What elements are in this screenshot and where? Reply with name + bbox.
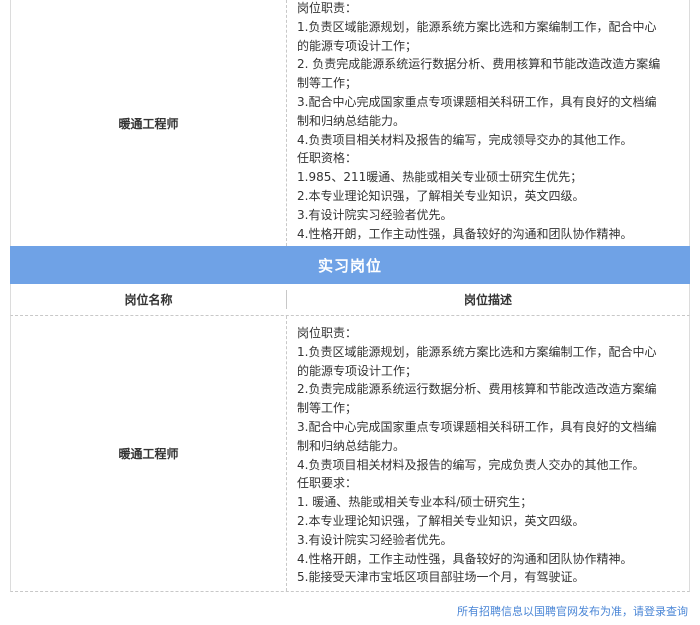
- table-header: 岗位名称 岗位描述: [10, 284, 690, 316]
- desc-line: 3.有设计院实习经验者优先。: [297, 207, 453, 222]
- table-row: 暖通工程师 岗位职责： 1.负责区域能源规划，能源系统方案比选和方案编制工作，配…: [10, 316, 690, 592]
- desc-line: 2. 负责完成能源系统运行数据分析、费用核算和节能改造改造方案编: [297, 57, 661, 72]
- desc-line: 2.本专业理论知识强，了解相关专业知识，英文四级。: [297, 188, 585, 203]
- desc-line: 2.本专业理论知识强，了解相关专业知识，英文四级。: [297, 513, 585, 528]
- desc-line: 岗位职责：: [297, 326, 358, 340]
- desc-line: 1. 暖通、热能或相关专业本科/硕士研究生；: [297, 495, 533, 510]
- desc-line: 的能源专项设计工作；: [297, 38, 418, 53]
- desc-line: 制和归纳总结能力。: [297, 438, 406, 453]
- position-description: 岗位职责： 1.负责区域能源规划，能源系统方案比选和方案编制工作，配合中心 的能…: [287, 316, 689, 591]
- table-row: 暖通工程师 岗位职责： 1.负责区域能源规划，能源系统方案比选和方案编制工作，配…: [10, 0, 690, 246]
- position-name: 暖通工程师: [11, 0, 287, 246]
- desc-line: 4.负责项目相关材料及报告的编写，完成负责人交办的其他工作。: [297, 457, 645, 472]
- header-position-description: 岗位描述: [463, 293, 512, 307]
- desc-line: 任职要求：: [297, 476, 358, 491]
- section-title-intern: 实习岗位: [10, 246, 690, 284]
- desc-line: 制等工作；: [297, 401, 358, 416]
- desc-line: 2.负责完成能源系统运行数据分析、费用核算和节能改造改造方案编: [297, 382, 657, 397]
- desc-line: 任职资格：: [297, 151, 358, 166]
- desc-line: 1.负责区域能源规划，能源系统方案比选和方案编制工作，配合中心: [297, 344, 657, 359]
- desc-line: 的能源专项设计工作；: [297, 363, 418, 378]
- desc-line: 5.能接受天津市宝坻区项目部驻场一个月，有驾驶证。: [297, 570, 585, 585]
- desc-line: 1.985、211暖通、热能或相关专业硕士研究生优先；: [297, 170, 583, 185]
- desc-line: 4.性格开朗，工作主动性强，具备较好的沟通和团队协作精神。: [297, 226, 633, 241]
- desc-line: 制和归纳总结能力。: [297, 113, 406, 128]
- desc-line: 制等工作；: [297, 76, 358, 91]
- header-position-name: 岗位名称: [11, 290, 287, 309]
- desc-line: 3.配合中心完成国家重点专项课题相关科研工作，具有良好的文档编: [297, 94, 657, 109]
- footer-note: 所有招聘信息以国聘官网发布为准，请登录查询: [457, 605, 688, 618]
- job-table: 暖通工程师 岗位职责： 1.负责区域能源规划，能源系统方案比选和方案编制工作，配…: [10, 0, 690, 592]
- desc-line: 4.负责项目相关材料及报告的编写，完成领导交办的其他工作。: [297, 132, 633, 147]
- position-name: 暖通工程师: [11, 316, 287, 591]
- desc-line: 4.性格开朗，工作主动性强，具备较好的沟通和团队协作精神。: [297, 551, 633, 566]
- desc-line: 岗位职责：: [297, 1, 358, 15]
- position-description: 岗位职责： 1.负责区域能源规划，能源系统方案比选和方案编制工作，配合中心 的能…: [287, 0, 689, 246]
- desc-line: 3.有设计院实习经验者优先。: [297, 532, 453, 547]
- desc-line: 1.负责区域能源规划，能源系统方案比选和方案编制工作，配合中心: [297, 19, 657, 34]
- desc-line: 3.配合中心完成国家重点专项课题相关科研工作，具有良好的文档编: [297, 419, 657, 434]
